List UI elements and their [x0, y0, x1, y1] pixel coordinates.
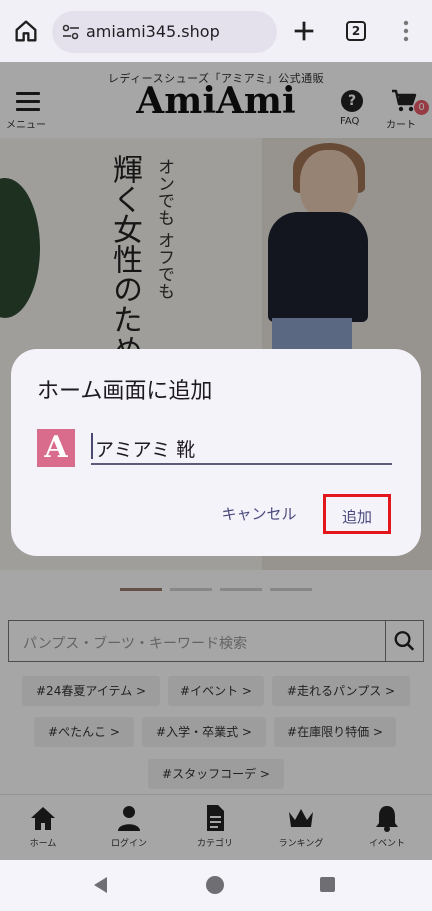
new-tab-icon[interactable] — [290, 17, 318, 45]
browser-toolbar: amiami345.shop 2 — [0, 0, 432, 62]
app-icon: A — [37, 429, 75, 467]
system-navigation-bar — [0, 860, 432, 911]
address-bar[interactable]: amiami345.shop — [52, 11, 277, 53]
tab-switcher-button[interactable]: 2 — [346, 21, 366, 41]
add-to-home-dialog: ホーム画面に追加 A アミアミ 靴 キャンセル 追加 — [11, 349, 421, 556]
shortcut-name-field[interactable]: アミアミ 靴 — [91, 431, 392, 465]
add-button[interactable]: 追加 — [323, 494, 391, 534]
home-circle-icon[interactable] — [206, 876, 224, 894]
recent-apps-icon[interactable] — [320, 877, 335, 892]
site-settings-icon[interactable] — [62, 24, 80, 40]
cancel-button[interactable]: キャンセル — [211, 499, 307, 529]
home-icon[interactable] — [12, 17, 40, 45]
shortcut-name-value: アミアミ 靴 — [95, 439, 196, 461]
more-options-icon[interactable] — [396, 18, 416, 44]
text-cursor — [91, 433, 93, 459]
url-text: amiami345.shop — [86, 22, 220, 41]
back-icon[interactable] — [94, 877, 107, 893]
dialog-title: ホーム画面に追加 — [37, 379, 213, 404]
